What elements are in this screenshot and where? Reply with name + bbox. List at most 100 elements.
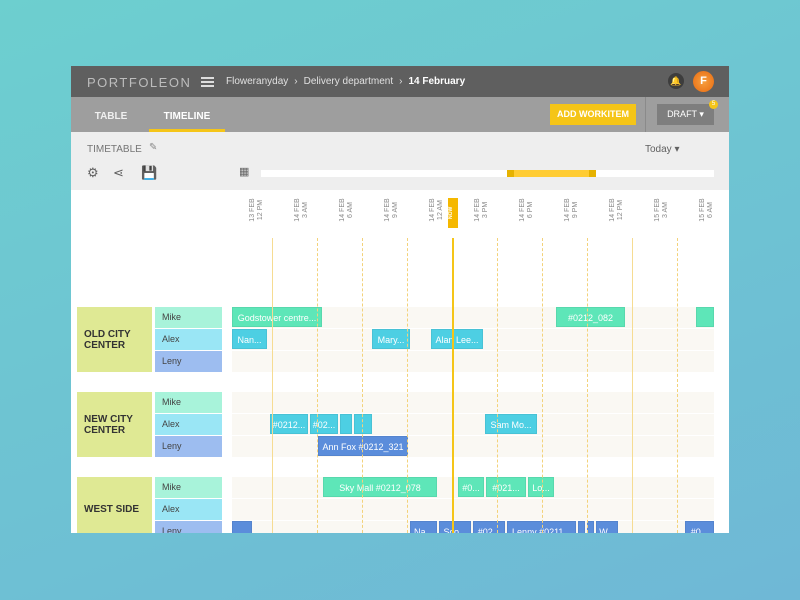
time-gridline bbox=[677, 238, 678, 533]
time-tick-label: 15 FEB 3 AM bbox=[654, 198, 670, 222]
save-icon[interactable]: 💾 bbox=[141, 165, 157, 181]
breadcrumb-current: 14 February bbox=[408, 76, 466, 87]
tick-date: 14 FEB bbox=[429, 198, 436, 222]
work-item[interactable]: Sco... bbox=[439, 521, 471, 533]
group-label: NEW CITY CENTER bbox=[77, 392, 152, 457]
time-gridline bbox=[542, 238, 543, 533]
work-item[interactable]: Nan... bbox=[232, 329, 267, 349]
person-label: Alex bbox=[155, 329, 222, 350]
time-tick-label: 14 FEB 6 PM bbox=[519, 198, 535, 222]
tab-table[interactable]: TABLE bbox=[81, 97, 141, 132]
work-item[interactable]: Sky Mall #0212_078 bbox=[323, 477, 437, 497]
time-tick-label: 14 FEB 3 AM bbox=[294, 198, 310, 222]
breadcrumb-item[interactable]: Delivery department bbox=[304, 76, 393, 87]
work-item[interactable] bbox=[354, 414, 372, 434]
timeline-row bbox=[232, 351, 714, 372]
tick-time: 12 AM bbox=[437, 200, 444, 220]
person-label: Mike bbox=[155, 477, 222, 498]
person-label: Leny bbox=[155, 521, 222, 533]
timeline-row bbox=[232, 392, 714, 413]
work-item[interactable] bbox=[696, 307, 714, 327]
time-tick-label: 14 FEB 9 AM bbox=[384, 198, 400, 222]
app-window: PORTFOLEON Floweranyday › Delivery depart… bbox=[71, 66, 729, 533]
share-icon[interactable]: ⋖ bbox=[113, 165, 124, 181]
tick-time: 12 PM bbox=[617, 199, 624, 221]
bell-icon[interactable]: 🔔 bbox=[668, 73, 684, 89]
tick-date: 14 FEB bbox=[609, 198, 616, 222]
work-item[interactable]: W... bbox=[596, 521, 618, 533]
tick-time: 9 AM bbox=[392, 202, 399, 218]
gear-icon[interactable]: ⚙ bbox=[87, 165, 99, 181]
tick-date: 13 FEB bbox=[249, 198, 256, 222]
tick-date: 14 FEB bbox=[564, 198, 571, 222]
time-gridline bbox=[272, 238, 273, 533]
time-gridline bbox=[632, 238, 633, 533]
tick-time: 12 PM bbox=[257, 199, 264, 221]
work-item[interactable]: Godstower centre... bbox=[232, 307, 322, 327]
draft-count-badge: 5 bbox=[709, 100, 718, 109]
time-tick-label: 14 FEB 9 PM bbox=[564, 198, 580, 222]
tick-time: 3 PM bbox=[482, 201, 489, 219]
work-item[interactable]: #0... bbox=[458, 477, 484, 497]
avatar[interactable]: F bbox=[693, 71, 714, 92]
time-gridline bbox=[362, 238, 363, 533]
time-tick-label: 14 FEB 3 PM bbox=[474, 198, 490, 222]
tick-date: 14 FEB bbox=[384, 198, 391, 222]
logo: PORTFOLEON bbox=[87, 75, 192, 90]
time-gridline bbox=[587, 238, 588, 533]
person-label: Leny bbox=[155, 351, 222, 372]
range-handle[interactable] bbox=[507, 170, 596, 177]
group-label: OLD CITY CENTER bbox=[77, 307, 152, 372]
work-item[interactable]: #021... bbox=[486, 477, 526, 497]
timeline-row bbox=[232, 436, 714, 457]
edit-icon[interactable]: ✎ bbox=[149, 142, 157, 153]
toolbar: TIMETABLE ✎ Today ▾ ⚙ ⋖ 💾 ▦ bbox=[71, 132, 729, 190]
tick-date: 14 FEB bbox=[474, 198, 481, 222]
group-label: WEST SIDE bbox=[77, 477, 152, 533]
work-item[interactable]: #0... bbox=[685, 521, 714, 533]
tab-timeline[interactable]: TIMELINE bbox=[149, 97, 225, 132]
work-item[interactable]: Mary... bbox=[372, 329, 410, 349]
work-item[interactable]: #0212... bbox=[270, 414, 308, 434]
work-item[interactable] bbox=[232, 521, 252, 533]
chevron-right-icon: › bbox=[294, 76, 298, 87]
tick-date: 14 FEB bbox=[339, 198, 346, 222]
work-item[interactable]: Na... bbox=[410, 521, 437, 533]
work-item[interactable]: #0212_082 bbox=[556, 307, 625, 327]
tick-date: 14 FEB bbox=[519, 198, 526, 222]
work-item[interactable]: Lo... bbox=[528, 477, 554, 497]
work-item[interactable]: Sam Mo... bbox=[485, 414, 537, 434]
work-item[interactable] bbox=[587, 521, 594, 533]
work-item[interactable]: Alan Lee... bbox=[431, 329, 483, 349]
work-item[interactable] bbox=[340, 414, 352, 434]
add-workitem-button[interactable]: ADD WORKITEM bbox=[550, 104, 636, 125]
time-gridline bbox=[317, 238, 318, 533]
work-item[interactable]: Ann Fox #0212_321 bbox=[318, 436, 408, 456]
menu-icon[interactable] bbox=[201, 77, 214, 87]
timeline: NOW 13 FEB 12 PM 14 FEB 3 AM 14 FEB 6 AM 14 FE… bbox=[71, 190, 729, 533]
work-item[interactable] bbox=[578, 521, 585, 533]
person-label: Mike bbox=[155, 392, 222, 413]
tick-time: 3 AM bbox=[662, 202, 669, 218]
time-tick-label: 14 FEB 12 PM bbox=[609, 198, 625, 222]
work-item[interactable]: #02... bbox=[310, 414, 338, 434]
range-scrollbar[interactable] bbox=[261, 170, 714, 177]
time-tick-label: 14 FEB 6 AM bbox=[339, 198, 355, 222]
work-item[interactable]: #02... bbox=[473, 521, 505, 533]
time-tick-label: 15 FEB 6 AM bbox=[699, 198, 715, 222]
breadcrumb-item[interactable]: Floweranyday bbox=[226, 76, 288, 87]
draft-dropdown[interactable]: DRAFT ▾ bbox=[657, 104, 714, 125]
tick-time: 3 AM bbox=[302, 202, 309, 218]
timeline-row bbox=[232, 499, 714, 520]
person-label: Mike bbox=[155, 307, 222, 328]
time-tick-label: 13 FEB 12 PM bbox=[249, 198, 265, 222]
tick-date: 15 FEB bbox=[654, 198, 661, 222]
tick-time: 6 AM bbox=[347, 202, 354, 218]
now-marker: NOW bbox=[448, 198, 458, 228]
person-label: Alex bbox=[155, 499, 222, 520]
tab-bar: TABLE TIMELINE ADD WORKITEM DRAFT ▾ 5 bbox=[71, 97, 729, 132]
tick-time: 6 PM bbox=[527, 201, 534, 219]
today-dropdown[interactable]: Today ▾ bbox=[645, 144, 679, 155]
top-header: PORTFOLEON Floweranyday › Delivery depart… bbox=[71, 66, 729, 97]
calendar-icon[interactable]: ▦ bbox=[239, 165, 249, 178]
